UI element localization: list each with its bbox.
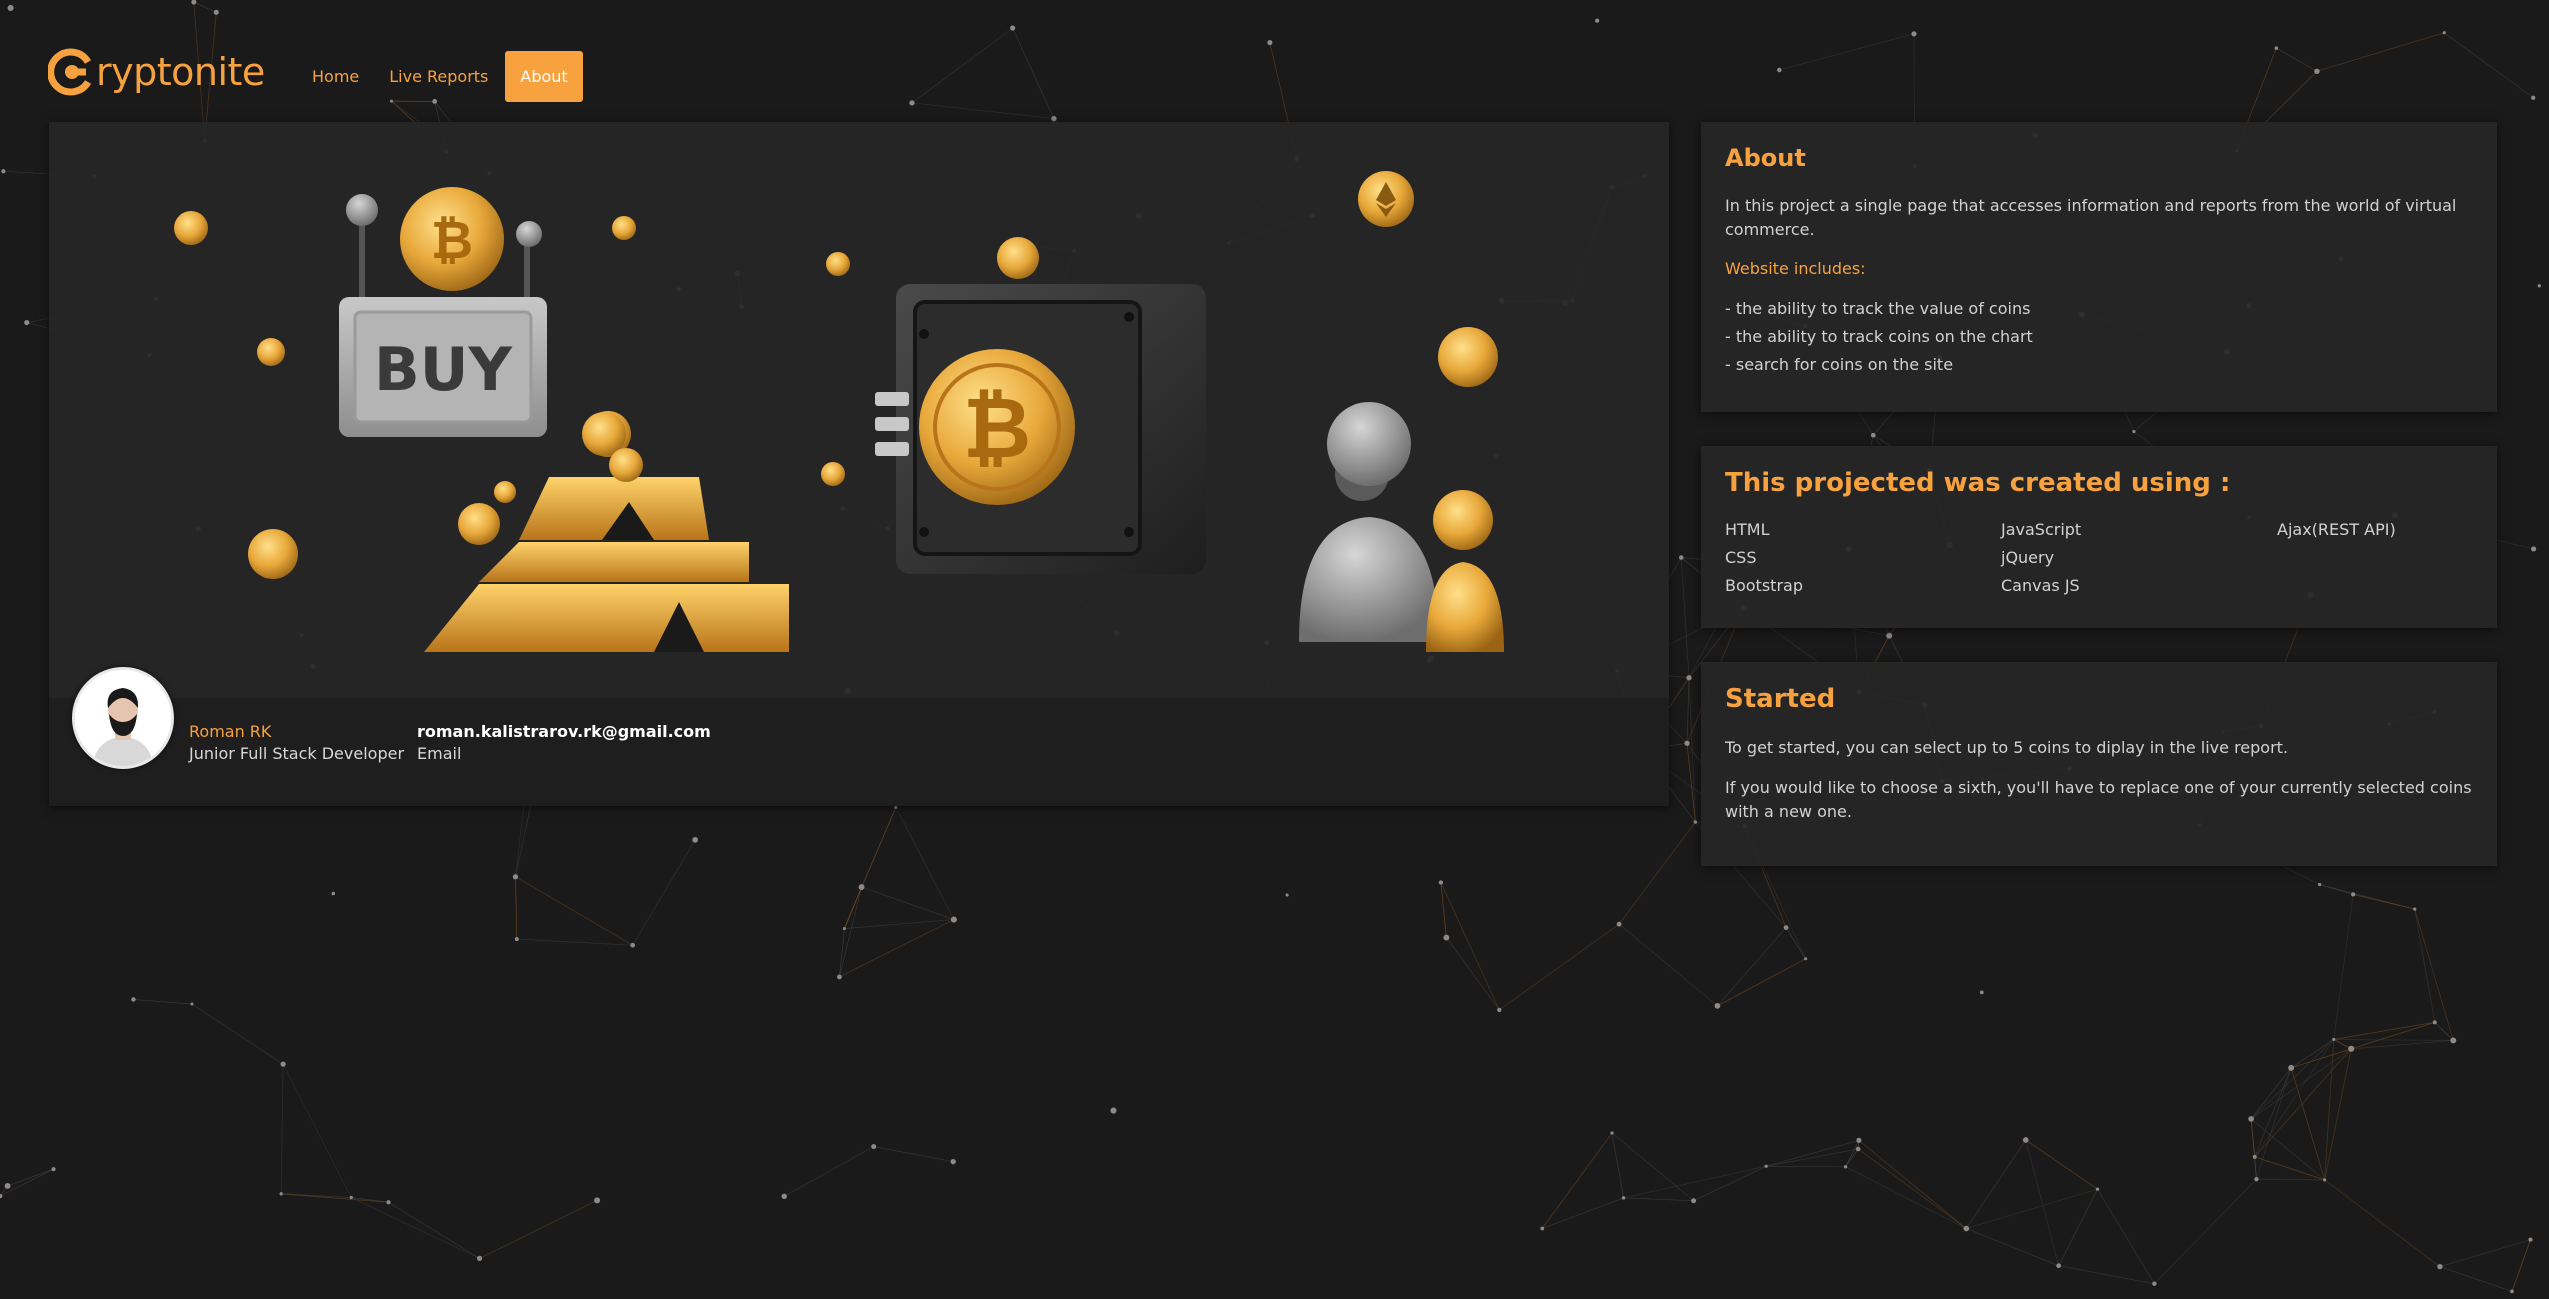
tech-item: CSS xyxy=(1725,548,1757,567)
tech-item: jQuery xyxy=(2001,548,2055,567)
tech-item: Canvas JS xyxy=(2001,576,2080,595)
started-text-2: If you would like to choose a sixth, you… xyxy=(1725,778,2472,821)
about-feature-list: - the ability to track the value of coin… xyxy=(1725,295,2473,379)
tech-item: Ajax(REST API) xyxy=(2277,520,2396,539)
nav-live-reports-link[interactable]: Live Reports xyxy=(374,51,503,102)
tech-item: JavaScript xyxy=(2001,520,2082,539)
svg-text:₿: ₿ xyxy=(431,211,473,271)
profile-role: Junior Full Stack Developer xyxy=(189,744,405,763)
tech-title: This projected was created using : xyxy=(1725,468,2231,498)
started-title: Started xyxy=(1725,684,1836,714)
brand-logo-link[interactable]: ryptonite xyxy=(48,44,265,100)
hero-card: ₿ BUY ₿ Roman RK Junior Full Stack Devel… xyxy=(49,122,1669,806)
developer-avatar-icon xyxy=(75,670,171,766)
profile-email-label: Email xyxy=(417,744,462,763)
profile-name: Roman RK xyxy=(189,722,272,741)
started-text-1: To get started, you can select up to 5 c… xyxy=(1725,738,2289,757)
nav-about-link[interactable]: About xyxy=(505,51,583,102)
tech-item: HTML xyxy=(1725,520,1770,539)
svg-text:₿: ₿ xyxy=(963,379,1031,477)
tech-item: Bootstrap xyxy=(1725,576,1803,595)
ethereum-coin-icon xyxy=(1358,171,1414,227)
tech-item xyxy=(2277,548,2477,576)
cryptonite-logo-icon xyxy=(48,48,92,96)
safe-icon: ₿ xyxy=(875,284,1206,574)
started-panel: Started To get started, you can select u… xyxy=(1701,662,2497,866)
list-item: - the ability to track the value of coin… xyxy=(1725,299,2031,318)
users-icon xyxy=(1299,402,1504,652)
tech-grid: HTML JavaScript Ajax(REST API) CSS jQuer… xyxy=(1725,520,2473,604)
brand-name: ryptonite xyxy=(96,50,265,94)
tech-item xyxy=(2277,576,2477,604)
profile-email[interactable]: roman.kalistrarov.rk@gmail.com xyxy=(417,722,711,741)
about-intro: In this project a single page that acces… xyxy=(1725,196,2457,239)
main-nav: Home Live Reports About xyxy=(297,51,583,102)
buy-sign-icon: ₿ BUY xyxy=(339,187,547,437)
avatar xyxy=(72,667,174,769)
tech-panel: This projected was created using : HTML … xyxy=(1701,446,2497,628)
about-panel: About In this project a single page that… xyxy=(1701,122,2497,412)
about-includes-label: Website includes: xyxy=(1725,259,1866,278)
about-title: About xyxy=(1725,144,1806,172)
nav-home-link[interactable]: Home xyxy=(297,51,374,102)
list-item: - search for coins on the site xyxy=(1725,355,1954,374)
buy-sign-text: BUY xyxy=(374,335,513,405)
crypto-illustration: ₿ BUY ₿ xyxy=(174,171,1504,652)
list-item: - the ability to track coins on the char… xyxy=(1725,327,2033,346)
